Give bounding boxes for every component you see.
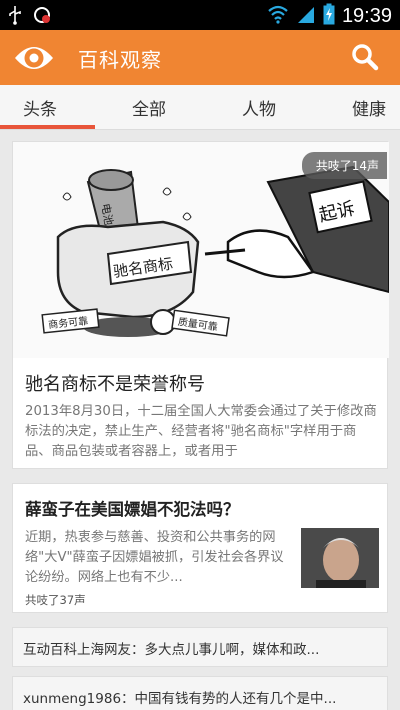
active-tab-indicator xyxy=(0,125,95,129)
tab-health[interactable]: 健康 xyxy=(352,95,386,120)
clock-time: 19:39 xyxy=(341,4,392,27)
status-bar: 19:39 xyxy=(0,0,400,30)
featured-article-card[interactable]: 驰名商标 电池 商务可靠 质量可靠 起诉 共吱了14声 驰名商标不是荣誉称号 2… xyxy=(12,141,389,469)
featured-article-title[interactable]: 驰名商标不是荣誉称号 xyxy=(25,370,205,396)
tab-people[interactable]: 人物 xyxy=(242,95,276,120)
search-button[interactable] xyxy=(350,42,380,72)
article-title[interactable]: 薛蛮子在美国嫖娼不犯法吗？ xyxy=(25,496,240,520)
comment-count-badge: 共吱了14声 xyxy=(301,152,387,179)
search-icon xyxy=(352,44,379,71)
article-card[interactable]: 薛蛮子在美国嫖娼不犯法吗？ 近期，热衷参与慈善、投资和公共事务的网络"大V"薛蛮… xyxy=(12,483,388,613)
featured-illustration: 驰名商标 电池 商务可靠 质量可靠 起诉 共吱了14声 xyxy=(13,142,389,358)
wifi-icon xyxy=(267,4,289,28)
comment-row[interactable]: xunmeng1986：中国有钱有势的人还有几个是中... xyxy=(12,676,388,710)
comment-row[interactable]: 互动百科上海网友：多大点儿事儿啊，媒体和政... xyxy=(12,627,388,667)
usb-icon xyxy=(8,5,22,29)
app-title: 百科观察 xyxy=(78,48,162,72)
article-summary: 近期，热衷参与慈善、投资和公共事务的网络"大V"薛蛮子因嫖娼被抓，引发社会各界议… xyxy=(25,530,284,585)
eye-logo-icon xyxy=(12,38,56,78)
category-tab-bar: 头条 全部 人物 健康 xyxy=(0,85,400,130)
featured-article-summary: 2013年8月30日，十二届全国人大常委会通过了关于修改商标法的决定，禁止生产、… xyxy=(25,404,377,459)
app-bar: 百科观察 xyxy=(0,30,400,85)
tab-headlines[interactable]: 头条 xyxy=(23,95,57,120)
tab-all[interactable]: 全部 xyxy=(132,95,166,120)
article-thumbnail xyxy=(301,528,379,588)
comment-text: 互动百科上海网友：多大点儿事儿啊，媒体和政... xyxy=(23,642,320,658)
article-comment-count: 共吱了37声 xyxy=(25,593,86,607)
sync-icon xyxy=(32,5,52,29)
signal-icon xyxy=(296,4,316,28)
battery-icon xyxy=(323,3,335,29)
comment-text: xunmeng1986：中国有钱有势的人还有几个是中... xyxy=(23,691,337,707)
